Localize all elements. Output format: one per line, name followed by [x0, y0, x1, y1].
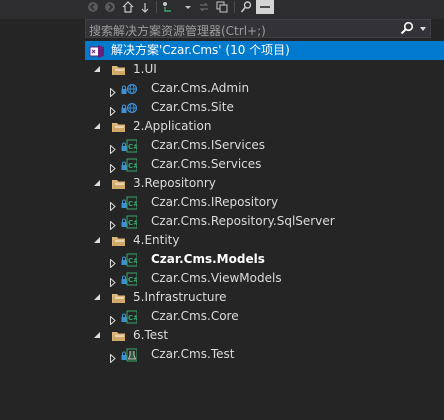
back-icon[interactable]: [85, 0, 101, 14]
collapse-expander-icon[interactable]: [94, 332, 100, 338]
sync-icon[interactable]: [196, 0, 212, 14]
tree-item-folder[interactable]: 4.Entity: [85, 231, 444, 250]
preview-selected-items-icon[interactable]: [256, 0, 274, 14]
csharp-project-icon: C#: [121, 214, 139, 230]
tree-item-folder[interactable]: 1.UI: [85, 60, 444, 79]
tree-item-label: Czar.Cms.IServices: [151, 138, 265, 152]
tree-item-solution[interactable]: 解决方案'Czar.Cms' (10 个项目): [85, 41, 444, 60]
folder-icon: [111, 233, 127, 249]
tree-item-label: 解决方案'Czar.Cms' (10 个项目): [111, 43, 290, 57]
tree-item-label: 3.Repositonry: [133, 176, 216, 190]
tree-item-project[interactable]: Czar.Cms.Admin: [85, 79, 444, 98]
tree-item-label: 4.Entity: [133, 233, 180, 247]
expand-expander-icon[interactable]: [110, 350, 116, 369]
csharp-project-icon: C#: [121, 138, 139, 154]
tree-item-label: Czar.Cms.Models: [151, 252, 265, 266]
solution-tree: 解决方案'Czar.Cms' (10 个项目) 1.UI Czar.Cms.Admi…: [85, 41, 444, 364]
tree-item-project[interactable]: C# Czar.Cms.ViewModels: [85, 269, 444, 288]
tree-item-project[interactable]: C# Czar.Cms.Services: [85, 155, 444, 174]
folder-icon: [111, 328, 127, 344]
tree-item-label: 1.UI: [133, 62, 157, 76]
search-placeholder: 搜索解决方案资源管理器(Ctrl+;): [89, 24, 266, 38]
tree-item-label: Czar.Cms.IRepository: [151, 195, 279, 209]
tree-item-folder[interactable]: 2.Application: [85, 117, 444, 136]
left-margin: [0, 19, 85, 420]
search-input[interactable]: 搜索解决方案资源管理器(Ctrl+;): [85, 19, 431, 38]
folder-icon: [111, 290, 127, 306]
tree-item-label: Czar.Cms.Services: [151, 157, 262, 171]
collapse-expander-icon[interactable]: [94, 237, 100, 243]
tree-item-folder[interactable]: 5.Infrastructure: [85, 288, 444, 307]
switch-views-icon[interactable]: [137, 0, 153, 14]
tree-item-project[interactable]: C# Czar.Cms.Repository.SqlServer: [85, 212, 444, 231]
svg-text:C#: C#: [128, 219, 137, 227]
search-icon[interactable]: [400, 21, 414, 35]
folder-icon: [111, 176, 127, 192]
tree-item-folder[interactable]: 6.Test: [85, 326, 444, 345]
tree-item-project[interactable]: C# Czar.Cms.IServices: [85, 136, 444, 155]
collapse-all-icon[interactable]: [214, 0, 230, 14]
csharp-project-icon: C#: [121, 252, 139, 268]
web-project-icon: [121, 100, 138, 116]
tree-item-label: 2.Application: [133, 119, 212, 133]
svg-text:C#: C#: [128, 276, 137, 284]
csharp-project-icon: C#: [121, 309, 139, 325]
toolbar-separator: [156, 1, 157, 13]
tree-item-label: Czar.Cms.Repository.SqlServer: [151, 214, 335, 228]
dropdown-arrow-icon[interactable]: [180, 0, 196, 14]
web-project-icon: [121, 81, 138, 97]
tree-item-project[interactable]: Czar.Cms.Test: [85, 345, 444, 364]
tree-item-label: Czar.Cms.Site: [151, 100, 234, 114]
solution-explorer-toolbar: [0, 0, 444, 19]
test-project-icon: [121, 347, 138, 363]
tree-item-project[interactable]: C# Czar.Cms.Models: [85, 250, 444, 269]
svg-text:C#: C#: [128, 143, 137, 151]
toolbar-separator: [234, 1, 235, 13]
pending-changes-filter-icon[interactable]: [160, 0, 176, 14]
svg-text:C#: C#: [128, 257, 137, 265]
tree-item-project[interactable]: C# Czar.Cms.IRepository: [85, 193, 444, 212]
tree-item-label: 6.Test: [133, 328, 169, 342]
svg-text:C#: C#: [128, 162, 137, 170]
tree-item-label: 5.Infrastructure: [133, 290, 227, 304]
tree-item-label: Czar.Cms.Admin: [151, 81, 250, 95]
forward-icon[interactable]: [102, 0, 118, 14]
collapse-expander-icon[interactable]: [94, 66, 100, 72]
csharp-project-icon: C#: [121, 195, 139, 211]
tree-item-label: Czar.Cms.Test: [151, 347, 235, 361]
svg-text:C#: C#: [128, 314, 137, 322]
home-icon[interactable]: [120, 0, 136, 14]
svg-text:C#: C#: [128, 200, 137, 208]
tree-item-label: Czar.Cms.ViewModels: [151, 271, 282, 285]
collapse-expander-icon[interactable]: [94, 123, 100, 129]
folder-icon: [111, 119, 127, 135]
search-options-dropdown-icon[interactable]: [420, 27, 426, 31]
csharp-project-icon: C#: [121, 157, 139, 173]
csharp-project-icon: C#: [121, 271, 139, 287]
collapse-expander-icon[interactable]: [94, 294, 100, 300]
tree-item-project[interactable]: Czar.Cms.Site: [85, 98, 444, 117]
folder-icon: [111, 62, 127, 78]
tree-item-label: Czar.Cms.Core: [151, 309, 239, 323]
tree-item-folder[interactable]: 3.Repositonry: [85, 174, 444, 193]
tree-item-project[interactable]: C# Czar.Cms.Core: [85, 307, 444, 326]
properties-icon[interactable]: [238, 0, 254, 14]
solution-icon: [89, 43, 105, 59]
collapse-expander-icon[interactable]: [94, 180, 100, 186]
